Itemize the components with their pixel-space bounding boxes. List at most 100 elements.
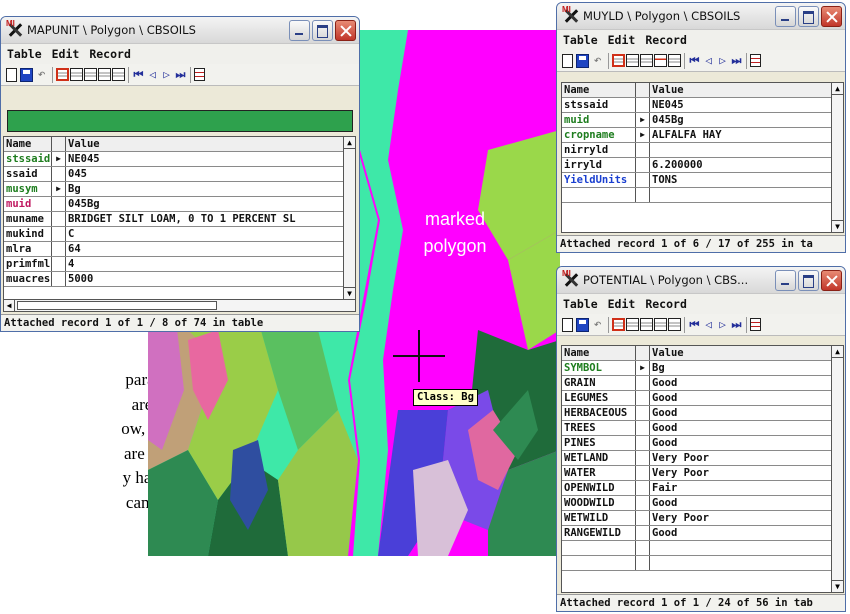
attribute-grid[interactable]: Name Value stssaid NE045 muid ▶ 045Bg cropname ▶… — [561, 82, 844, 233]
last-record-icon[interactable]: ⏭ — [730, 53, 743, 68]
record-attach-icon[interactable] — [626, 54, 639, 67]
relation-arrow-icon[interactable] — [636, 541, 650, 555]
relation-arrow-icon[interactable] — [636, 188, 650, 202]
attribute-row[interactable]: PINES Good — [562, 436, 831, 451]
field-value[interactable]: Good — [650, 391, 831, 405]
relation-arrow-icon[interactable] — [52, 272, 66, 286]
attribute-row[interactable]: mlra 64 — [4, 242, 343, 257]
menu-table[interactable]: Table — [7, 47, 42, 61]
first-record-icon[interactable]: ⏮ — [688, 317, 701, 332]
relation-arrow-icon[interactable]: ▶ — [636, 128, 650, 142]
record-detach-icon[interactable] — [84, 68, 97, 81]
field-value[interactable]: 045 — [66, 167, 343, 181]
field-value[interactable]: 045Bg — [650, 113, 831, 127]
field-value[interactable]: Good — [650, 376, 831, 390]
attribute-row[interactable]: cropname ▶ ALFALFA HAY — [562, 128, 831, 143]
record-copy-icon[interactable] — [98, 68, 111, 81]
last-record-icon[interactable]: ⏭ — [174, 67, 187, 82]
attribute-row[interactable]: LEGUMES Good — [562, 391, 831, 406]
prev-record-icon[interactable]: ◁ — [702, 317, 715, 332]
new-record-icon[interactable] — [562, 53, 573, 68]
record-delete-icon[interactable] — [668, 54, 681, 67]
field-value[interactable]: Good — [650, 421, 831, 435]
relation-arrow-icon[interactable]: ▶ — [636, 113, 650, 127]
save-icon[interactable] — [576, 53, 589, 68]
attribute-row[interactable]: muname BRIDGET SILT LOAM, 0 TO 1 PERCENT … — [4, 212, 343, 227]
title-bar[interactable]: MI MUYLD \ Polygon \ CBSOILS — [557, 3, 845, 30]
minimize-button[interactable] — [775, 5, 796, 27]
attribute-row[interactable] — [562, 541, 831, 556]
field-value[interactable]: Very Poor — [650, 451, 831, 465]
attribute-row[interactable]: SYMBOL ▶ Bg — [562, 361, 831, 376]
field-value[interactable]: 6.200000 — [650, 158, 831, 172]
close-button[interactable] — [821, 269, 842, 291]
field-value[interactable] — [650, 541, 831, 555]
table-view-icon[interactable] — [750, 318, 761, 331]
attribute-row[interactable]: GRAIN Good — [562, 376, 831, 391]
next-record-icon[interactable]: ▷ — [716, 317, 729, 332]
field-value[interactable]: 5000 — [66, 272, 343, 286]
title-bar[interactable]: MI MAPUNIT \ Polygon \ CBSOILS — [1, 17, 359, 44]
attribute-row[interactable]: muacres 5000 — [4, 272, 343, 287]
scroll-down-icon[interactable]: ▼ — [832, 220, 843, 232]
relation-arrow-icon[interactable] — [636, 496, 650, 510]
menu-table[interactable]: Table — [563, 297, 598, 311]
record-view-icon[interactable] — [56, 68, 69, 81]
relation-arrow-icon[interactable] — [636, 173, 650, 187]
relation-arrow-icon[interactable] — [636, 451, 650, 465]
scroll-left-icon[interactable]: ◀ — [4, 300, 15, 311]
field-value[interactable]: Bg — [650, 361, 831, 375]
relation-arrow-icon[interactable] — [636, 143, 650, 157]
scroll-up-icon[interactable]: ▲ — [344, 137, 355, 149]
attribute-row[interactable]: ssaid 045 — [4, 167, 343, 182]
column-header-name[interactable]: Name — [562, 83, 636, 97]
undo-icon[interactable]: ↶ — [34, 67, 49, 82]
next-record-icon[interactable]: ▷ — [160, 67, 173, 82]
attribute-row[interactable]: mukind C — [4, 227, 343, 242]
field-value[interactable]: Good — [650, 436, 831, 450]
field-value[interactable] — [650, 556, 831, 570]
record-view-icon[interactable] — [612, 54, 625, 67]
vertical-scrollbar[interactable]: ▲ ▼ — [343, 137, 355, 299]
attribute-row[interactable]: TREES Good — [562, 421, 831, 436]
field-value[interactable]: C — [66, 227, 343, 241]
field-value[interactable]: ALFALFA HAY — [650, 128, 831, 142]
attribute-row[interactable] — [562, 188, 831, 203]
first-record-icon[interactable]: ⏮ — [688, 53, 701, 68]
relation-arrow-icon[interactable] — [52, 167, 66, 181]
field-value[interactable]: 4 — [66, 257, 343, 271]
minimize-button[interactable] — [289, 19, 310, 41]
relation-arrow-icon[interactable] — [636, 511, 650, 525]
menu-table[interactable]: Table — [563, 33, 598, 47]
relation-arrow-icon[interactable] — [636, 436, 650, 450]
attribute-row[interactable]: nirryld — [562, 143, 831, 158]
undo-icon[interactable]: ↶ — [590, 53, 605, 68]
column-header-value[interactable]: Value — [650, 83, 831, 97]
field-value[interactable]: NE045 — [66, 152, 343, 166]
record-delete-icon[interactable] — [668, 318, 681, 331]
minimize-button[interactable] — [775, 269, 796, 291]
record-attach-icon[interactable] — [626, 318, 639, 331]
relation-arrow-icon[interactable] — [636, 466, 650, 480]
field-value[interactable] — [650, 143, 831, 157]
table-view-icon[interactable] — [194, 68, 205, 81]
field-value[interactable]: NE045 — [650, 98, 831, 112]
prev-record-icon[interactable]: ◁ — [146, 67, 159, 82]
last-record-icon[interactable]: ⏭ — [730, 317, 743, 332]
field-value[interactable] — [650, 188, 831, 202]
potential-window[interactable]: MI POTENTIAL \ Polygon \ CBS... Table Ed… — [556, 266, 846, 612]
relation-arrow-icon[interactable] — [636, 526, 650, 540]
relation-arrow-icon[interactable] — [636, 376, 650, 390]
relation-arrow-icon[interactable] — [52, 212, 66, 226]
scroll-thumb[interactable] — [17, 301, 217, 310]
record-delete-icon[interactable] — [112, 68, 125, 81]
relation-arrow-icon[interactable] — [636, 406, 650, 420]
relation-arrow-icon[interactable] — [636, 98, 650, 112]
scroll-up-icon[interactable]: ▲ — [832, 83, 843, 95]
maximize-button[interactable] — [798, 269, 819, 291]
attribute-grid[interactable]: Name Value stssaid ▶ NE045 ssaid 045 musym ▶ Bg mu… — [3, 136, 356, 312]
record-copy-icon[interactable] — [654, 54, 667, 67]
attribute-row[interactable]: stssaid NE045 — [562, 98, 831, 113]
table-view-icon[interactable] — [750, 54, 761, 67]
attribute-row[interactable]: WETLAND Very Poor — [562, 451, 831, 466]
